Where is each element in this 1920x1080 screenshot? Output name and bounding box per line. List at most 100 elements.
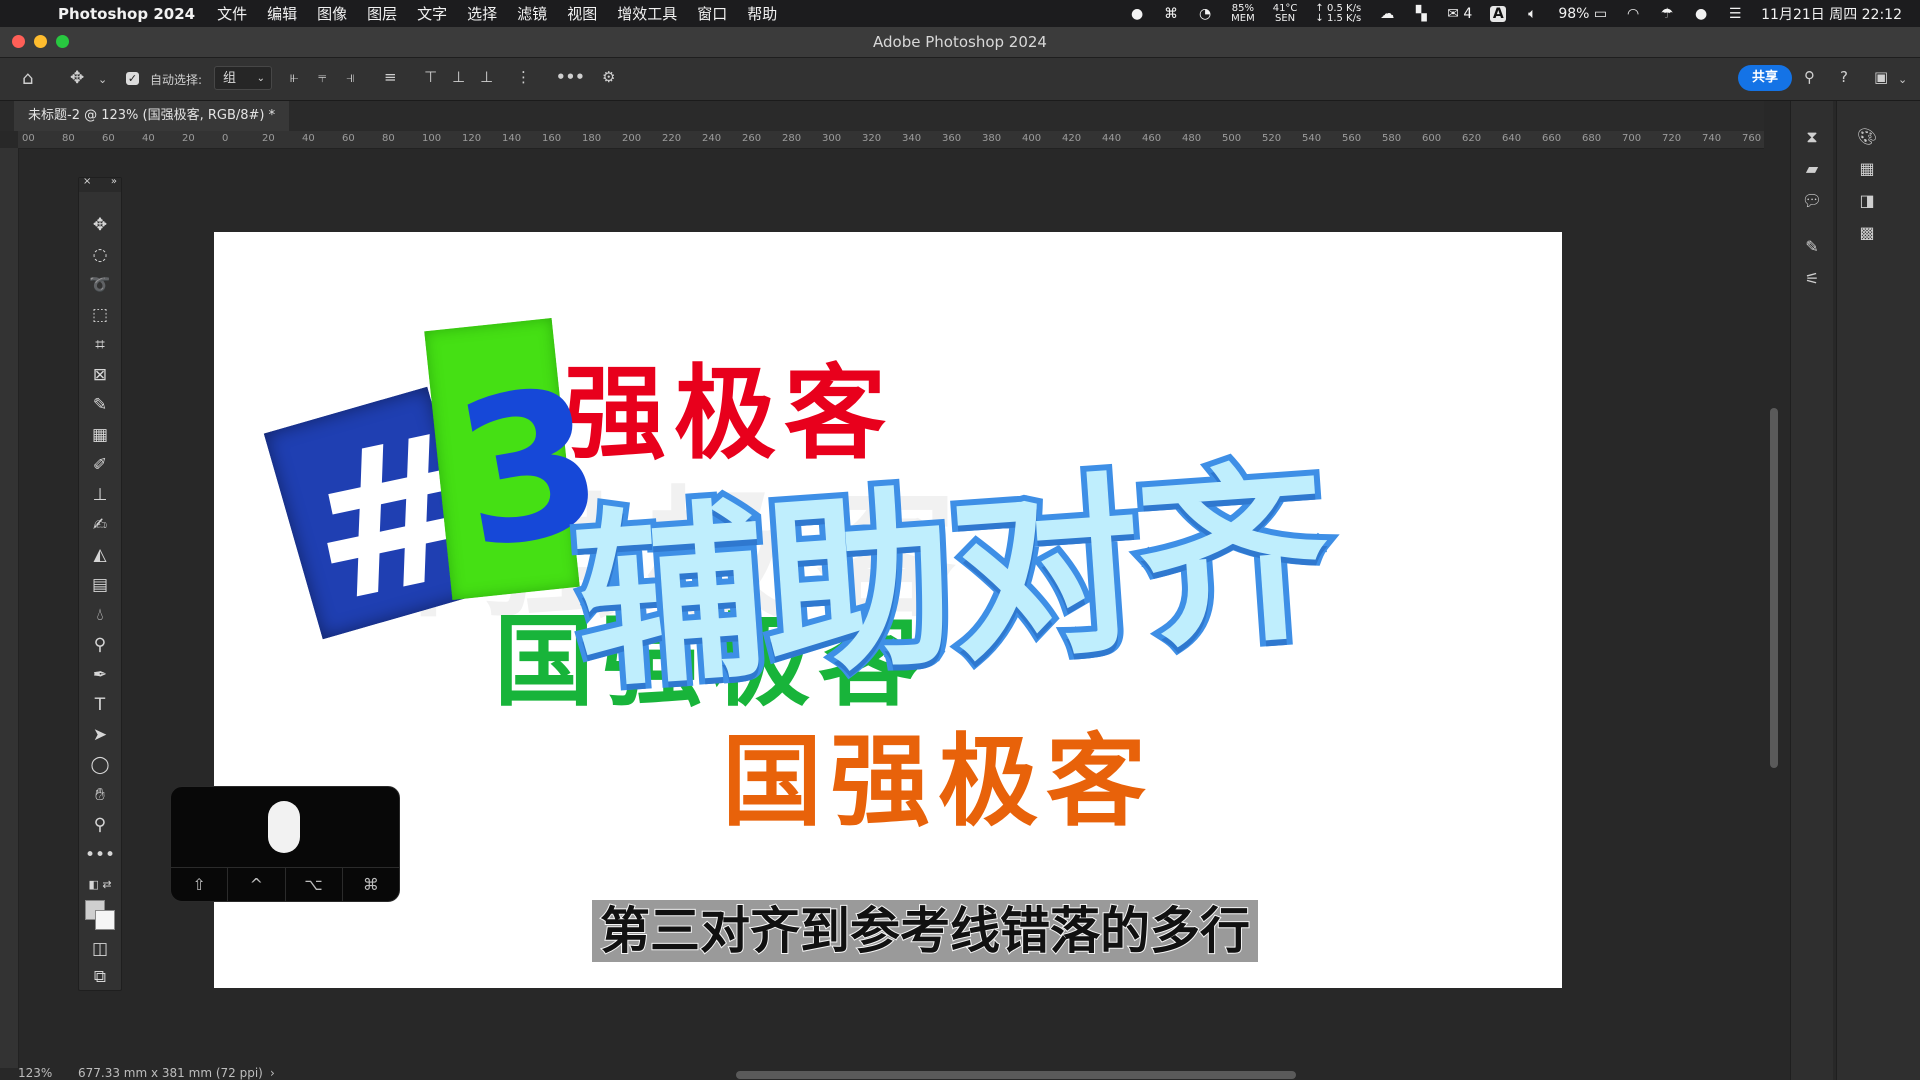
hand-tool-icon[interactable]: ✋︎ — [79, 782, 121, 808]
gear-icon[interactable]: ⚙ — [602, 68, 615, 86]
move-tool-icon[interactable]: ✥ — [79, 212, 121, 238]
ruler-tick-label: 400 — [1022, 133, 1042, 144]
document-canvas[interactable]: 国强极客 强极客 国强极客 国强极客 # 3 辅助对齐 第三对齐到参考线错落的多… — [214, 232, 1562, 988]
ruler-tick-label: 40 — [302, 133, 315, 144]
distribute-icon[interactable]: ≡ — [384, 68, 397, 86]
ruler-tick-label: 40 — [142, 133, 155, 144]
grid-app-icon[interactable]: ▚ — [1413, 6, 1429, 22]
collapse-panel-icon[interactable]: » — [111, 176, 117, 187]
default-colors-icon[interactable]: ◧ ⇄ — [79, 872, 121, 898]
status-chevron-icon[interactable]: › — [270, 1066, 275, 1080]
menu-view[interactable]: 视图 — [567, 3, 597, 24]
command-icon[interactable]: ⌘ — [1163, 6, 1179, 22]
distribute-vertical-icon[interactable]: ⋮ — [516, 68, 531, 86]
record-icon[interactable]: ● — [1129, 6, 1145, 22]
auto-select-checkbox[interactable]: ✓ — [126, 72, 139, 85]
control-center-icon[interactable]: ☰ — [1727, 6, 1743, 22]
clock[interactable]: 11月21日 周四 22:12 — [1761, 4, 1902, 24]
color-palette-icon[interactable]: 🎨︎ — [1855, 125, 1879, 149]
mem-readout[interactable]: 85% MEM — [1231, 3, 1255, 24]
move-tool-icon[interactable]: ✥ — [70, 68, 84, 88]
menu-select[interactable]: 选择 — [467, 3, 497, 24]
brush-tool-icon[interactable]: ✐ — [79, 452, 121, 478]
lasso-tool-icon[interactable]: ➰ — [79, 272, 121, 298]
umbrella-icon[interactable]: ☂ — [1659, 6, 1675, 22]
patterns-panel-icon[interactable]: ▩ — [1855, 221, 1879, 245]
menu-help[interactable]: 帮助 — [747, 3, 777, 24]
auto-select-dropdown[interactable]: 组 ⌄ — [214, 66, 272, 90]
zoom-tool-icon[interactable]: ⚲ — [79, 812, 121, 838]
tool-preset-chevron-icon[interactable]: ⌄ — [98, 73, 107, 86]
align-bottom-icon[interactable]: ⊥ — [480, 68, 493, 86]
wechat-status[interactable]: ✉ 4 — [1447, 6, 1472, 22]
screen-mode-icon[interactable]: ⧉ — [79, 964, 121, 990]
more-options-icon[interactable]: ••• — [556, 68, 585, 86]
ruler-tick-label: 240 — [702, 133, 722, 144]
menu-edit[interactable]: 编辑 — [267, 3, 297, 24]
eyedropper-tool-icon[interactable]: ✎ — [79, 392, 121, 418]
network-readout[interactable]: ↑ 0.5 K/s ↓ 1.5 K/s — [1315, 3, 1361, 24]
more-tools-icon[interactable]: ••• — [79, 842, 121, 868]
help-icon[interactable]: ? — [1840, 68, 1848, 86]
search-icon[interactable]: ⚲ — [1804, 68, 1815, 86]
quick-mask-icon[interactable]: ◫ — [79, 936, 121, 962]
brush-settings-icon[interactable]: ✎ — [1800, 235, 1824, 259]
eraser-tool-icon[interactable]: ◭ — [79, 542, 121, 568]
adjustments-panel-icon[interactable]: ⚟ — [1800, 267, 1824, 291]
volume-icon[interactable]: 🔈︎ — [1524, 6, 1540, 22]
gradient-tool-icon[interactable]: ▤ — [79, 572, 121, 598]
align-left-icon[interactable]: ⫦ — [290, 68, 298, 86]
menu-filter[interactable]: 滤镜 — [517, 3, 547, 24]
workspace-chevron-icon[interactable]: ⌄ — [1898, 73, 1907, 86]
crop-tool-icon[interactable]: ⌗ — [79, 332, 121, 358]
battery-icon: ▭ — [1593, 5, 1608, 22]
background-color-swatch[interactable] — [95, 910, 115, 930]
vertical-scrollbar[interactable] — [1770, 408, 1778, 768]
battery-status[interactable]: 98% ▭ — [1558, 6, 1607, 22]
tools-panel-header[interactable]: × » — [79, 176, 121, 192]
zoom-level[interactable]: 123% — [18, 1066, 52, 1080]
dodge-tool-icon[interactable]: ⚲ — [79, 632, 121, 658]
app-menu[interactable]: Photoshop 2024 — [58, 5, 195, 23]
menu-file[interactable]: 文件 — [217, 3, 247, 24]
orange-text-layer[interactable]: 国强极客 — [722, 700, 1154, 845]
home-icon[interactable]: ⌂ — [22, 68, 33, 89]
user-icon[interactable]: ● — [1693, 6, 1709, 22]
frame-tool-icon[interactable]: ⊠ — [79, 362, 121, 388]
workspace-icon[interactable]: ▣ — [1874, 68, 1888, 86]
align-right-icon[interactable]: ⫣ — [346, 68, 355, 86]
menu-window[interactable]: 窗口 — [697, 3, 727, 24]
document-dimensions[interactable]: 677.33 mm x 381 mm (72 ppi) — [78, 1066, 263, 1080]
object-select-tool-icon[interactable]: ⬚ — [79, 302, 121, 328]
history-panel-icon[interactable]: ⧗ — [1800, 125, 1824, 149]
menu-image[interactable]: 图像 — [317, 3, 347, 24]
stamp-tool-icon[interactable]: ⊥ — [79, 482, 121, 508]
libraries-panel-icon[interactable]: ▰ — [1800, 157, 1824, 181]
marquee-tool-icon[interactable]: ◌ — [79, 242, 121, 268]
menu-type[interactable]: 文字 — [417, 3, 447, 24]
align-top-icon[interactable]: ⊤ — [424, 68, 437, 86]
gradients-panel-icon[interactable]: ◨ — [1855, 189, 1879, 213]
ellipse-tool-icon[interactable]: ◯ — [79, 752, 121, 778]
type-tool-icon[interactable]: T — [79, 692, 121, 718]
input-source-icon[interactable]: A — [1490, 5, 1507, 22]
path-select-tool-icon[interactable]: ➤ — [79, 722, 121, 748]
share-button[interactable]: 共享 — [1738, 65, 1792, 91]
stats-icon[interactable]: ◔ — [1197, 6, 1213, 22]
close-panel-icon[interactable]: × — [83, 176, 91, 187]
cloud-icon[interactable]: ☁ — [1379, 6, 1395, 22]
align-hcenter-icon[interactable]: ⫧ — [318, 68, 326, 86]
menu-plugins[interactable]: 增效工具 — [617, 3, 677, 24]
align-vcenter-icon[interactable]: ⊥ — [452, 68, 465, 86]
swatches-grid-icon[interactable]: ▦ — [1855, 157, 1879, 181]
menu-layer[interactable]: 图层 — [367, 3, 397, 24]
temp-readout[interactable]: 41°C SEN — [1273, 3, 1298, 24]
document-tab[interactable]: 未标题-2 @ 123% (国强极客, RGB/8#) * — [14, 101, 290, 131]
comments-panel-icon[interactable]: 💬︎ — [1800, 189, 1824, 213]
pen-tool-icon[interactable]: ✒ — [79, 662, 121, 688]
spot-heal-tool-icon[interactable]: ▦ — [79, 422, 121, 448]
blur-tool-icon[interactable]: 💧︎ — [79, 602, 121, 628]
history-brush-tool-icon[interactable]: ✍ — [79, 512, 121, 538]
wifi-icon[interactable]: ◠ — [1625, 6, 1641, 22]
window-title: Adobe Photoshop 2024 — [873, 33, 1047, 51]
